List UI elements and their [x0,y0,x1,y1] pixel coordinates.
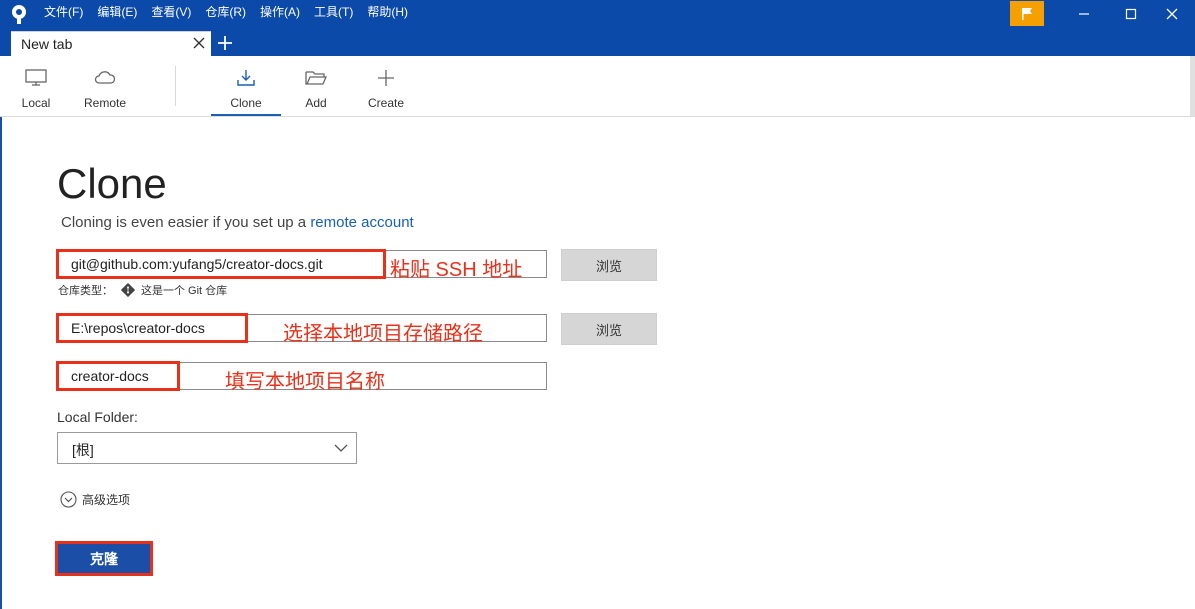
repo-type-value: 这是一个 Git 仓库 [141,285,228,297]
toolbar-remote-button[interactable]: Remote [76,56,134,116]
page-subtitle: Cloning is even easier if you set up a r… [61,214,414,231]
toolbar: Local Remote Clone Add Create [0,56,1195,117]
source-browse-button[interactable]: 浏览 [561,249,657,281]
toolbar-divider [175,66,176,106]
toolbar-remote-label: Remote [83,96,127,110]
download-icon [237,70,255,86]
menu-actions[interactable]: 操作(A) [260,3,300,21]
chevron-down-icon [334,444,348,452]
local-folder-value: [根] [72,442,94,458]
expand-circle-icon [60,491,77,508]
menu-bar: 文件(F) 编辑(E) 查看(V) 仓库(R) 操作(A) 工具(T) 帮助(H… [44,3,422,21]
page-title: Clone [57,160,167,207]
toolbar-clone-label: Clone [230,96,262,110]
local-folder-label: Local Folder: [57,409,138,425]
toolbar-local-label: Local [21,96,51,110]
toolbar-add-label: Add [305,96,327,110]
source-url-highlight [56,249,386,279]
window-left-border [0,117,2,609]
git-icon [121,283,135,297]
close-icon [1166,8,1178,20]
toolbar-add-button[interactable]: Add [292,56,340,116]
toolbar-create-label: Create [367,96,405,110]
add-tab-icon[interactable] [215,33,235,53]
destination-path-annotation: 选择本地项目存储路径 [283,323,483,345]
tab-label: New tab [21,36,73,52]
local-folder-select[interactable]: [根] [57,432,357,464]
close-window-button[interactable] [1152,2,1192,26]
menu-view[interactable]: 查看(V) [151,3,191,21]
flag-button[interactable] [1010,1,1044,26]
maximize-button[interactable] [1111,2,1151,26]
advanced-options-label: 高级选项 [82,493,131,507]
tab-close-icon[interactable] [191,35,207,51]
toolbar-local-button[interactable]: Local [10,56,62,116]
tab-new-tab[interactable]: New tab [11,31,211,56]
menu-tools[interactable]: 工具(T) [314,3,353,21]
monitor-icon [25,69,47,86]
source-url-annotation: 粘贴 SSH 地址 [390,259,523,281]
sourcetree-logo-icon [12,5,26,24]
toolbar-scrollbar[interactable] [1190,56,1195,116]
advanced-options-toggle[interactable]: 高级选项 [60,491,130,508]
name-highlight [56,361,180,391]
clone-button-highlight [55,541,153,576]
toolbar-create-button[interactable]: Create [360,56,412,116]
menu-repository[interactable]: 仓库(R) [205,3,246,21]
repo-type-row: 仓库类型： 这是一个 Git 仓库 [58,282,227,298]
minimize-icon [1079,13,1089,15]
toolbar-clone-button[interactable]: Clone [211,56,281,116]
flag-icon [1022,7,1032,20]
name-annotation: 填写本地项目名称 [225,371,385,393]
maximize-icon [1125,8,1137,20]
subtitle-text: Cloning is even easier if you set up a [61,214,311,231]
menu-edit[interactable]: 编辑(E) [97,3,137,21]
plus-icon [378,70,394,86]
repo-type-label: 仓库类型： [58,285,113,297]
cloud-icon [94,71,116,84]
menu-help[interactable]: 帮助(H) [367,3,408,21]
menu-file[interactable]: 文件(F) [44,3,83,21]
minimize-button[interactable] [1064,2,1104,26]
destination-browse-button[interactable]: 浏览 [561,313,657,345]
destination-path-highlight [56,313,248,343]
folder-open-icon [305,71,327,85]
remote-account-link[interactable]: remote account [310,214,413,231]
